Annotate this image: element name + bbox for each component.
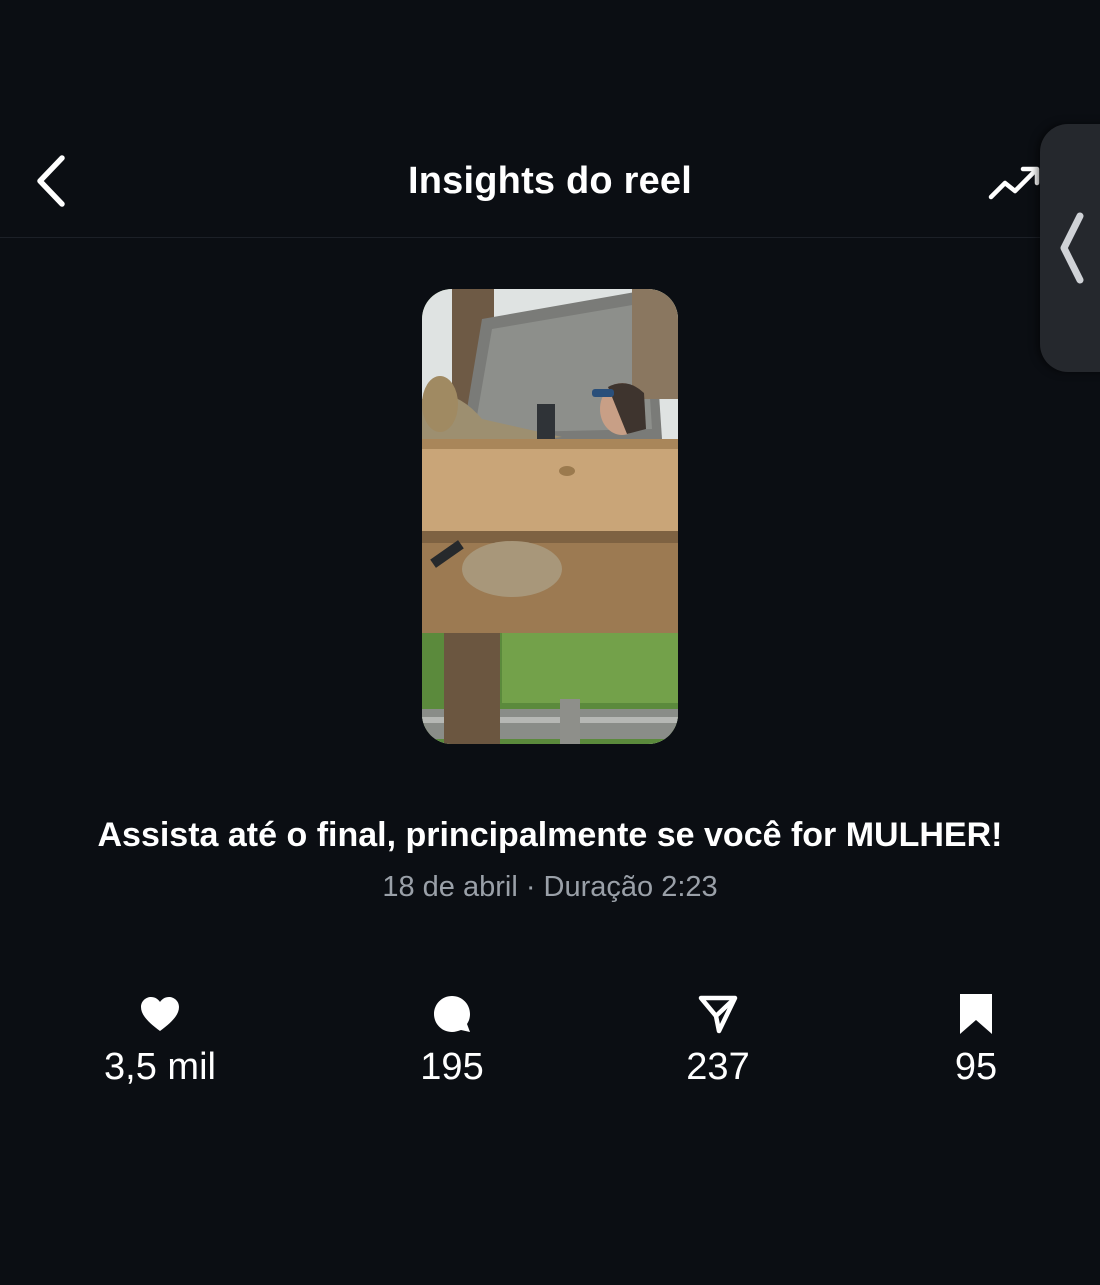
saves-count: 95 <box>954 1046 998 1088</box>
reel-thumbnail[interactable] <box>422 289 678 744</box>
chevron-left-icon <box>1060 212 1084 284</box>
reel-thumbnail-image <box>422 289 678 744</box>
trending-up-icon <box>988 166 1040 200</box>
likes-count: 3,5 mil <box>104 1046 216 1088</box>
heart-icon <box>141 997 179 1031</box>
reel-caption: Assista até o final, principalmente se v… <box>97 816 1003 854</box>
shares-count: 237 <box>686 1046 750 1088</box>
bookmark-icon <box>960 994 992 1034</box>
reel-meta: 18 de abril · Duração 2:23 <box>382 871 718 903</box>
comments-count: 195 <box>420 1046 484 1088</box>
stat-comments[interactable]: 195 <box>342 990 562 1089</box>
stat-saves[interactable]: 95 <box>866 990 1086 1089</box>
trends-button[interactable] <box>982 158 1048 208</box>
side-panel-handle[interactable] <box>1040 124 1100 372</box>
comment-icon <box>434 996 470 1032</box>
stat-shares[interactable]: 237 <box>608 990 828 1089</box>
stat-likes[interactable]: 3,5 mil <box>50 990 270 1089</box>
header-bar: Insights do reel <box>0 0 1100 238</box>
share-icon <box>698 995 738 1034</box>
page-title: Insights do reel <box>407 160 693 202</box>
